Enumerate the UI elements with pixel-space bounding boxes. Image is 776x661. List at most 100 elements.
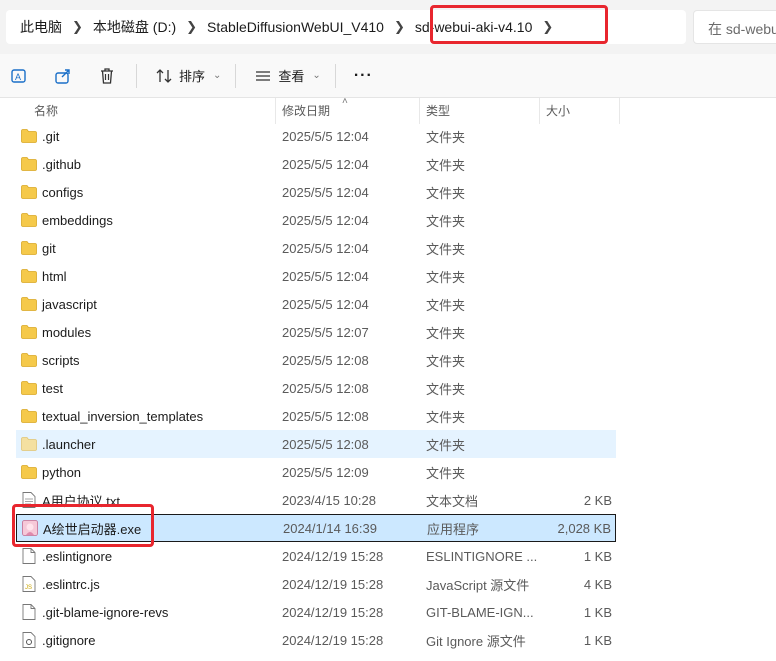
chevron-right-icon[interactable]: ❯ <box>70 19 85 35</box>
file-name-cell: .eslintignore <box>20 547 112 565</box>
file-type: 文件夹 <box>426 213 466 229</box>
chevron-right-icon[interactable]: ❯ <box>392 19 407 35</box>
file-name: embeddings <box>42 212 113 228</box>
file-row[interactable]: .git 2025/5/5 12:04 文件夹 <box>16 122 616 150</box>
file-date: 2025/5/5 12:04 <box>282 156 369 172</box>
rename-icon: A <box>10 67 28 85</box>
file-type: Git Ignore 源文件 <box>426 633 526 649</box>
sort-button[interactable]: 排序 ⌄ <box>149 60 227 92</box>
file-size: 1 KB <box>583 632 612 648</box>
folder-icon <box>20 183 38 201</box>
file-size: 4 KB <box>583 576 612 592</box>
file-name: git <box>42 240 56 256</box>
file-row[interactable]: textual_inversion_templates 2025/5/5 12:0… <box>16 402 616 430</box>
file-date: 2025/5/5 12:04 <box>282 296 369 312</box>
breadcrumb-this-pc[interactable]: 此电脑 <box>6 17 70 37</box>
file-row[interactable]: .gitignore 2024/12/19 15:28 Git Ignore 源文件… <box>16 626 616 654</box>
file-type: 文件夹 <box>426 129 466 145</box>
folder-icon <box>20 379 38 397</box>
file-name-cell: modules <box>20 323 91 341</box>
file-row[interactable]: html 2025/5/5 12:04 文件夹 <box>16 262 616 290</box>
file-row[interactable]: javascript 2025/5/5 12:04 文件夹 <box>16 290 616 318</box>
file-row[interactable]: scripts 2025/5/5 12:08 文件夹 <box>16 346 616 374</box>
more-icon: ··· <box>353 66 373 84</box>
javascript-file-icon: JS <box>20 575 38 593</box>
file-name: python <box>42 464 82 480</box>
file-row[interactable]: git 2025/5/5 12:04 文件夹 <box>16 234 616 262</box>
file-type: 文本文档 <box>426 493 479 509</box>
config-file-icon <box>20 631 38 649</box>
file-date: 2025/5/5 12:08 <box>282 380 369 396</box>
more-options-button[interactable]: ··· <box>348 60 379 92</box>
file-date: 2025/5/5 12:04 <box>282 128 369 144</box>
file-size: 1 KB <box>583 548 612 564</box>
toolbar-divider <box>334 63 336 88</box>
file-name: scripts <box>42 352 80 368</box>
folder-icon <box>20 295 38 313</box>
file-type: 应用程序 <box>427 521 480 537</box>
view-button[interactable]: 查看 ⌄ <box>248 60 326 92</box>
chevron-down-icon: ⌄ <box>312 70 321 81</box>
file-row[interactable]: test 2025/5/5 12:08 文件夹 <box>16 374 616 402</box>
file-size: 2,028 KB <box>557 520 612 536</box>
column-header-type[interactable]: 类型 <box>420 98 540 124</box>
file-row[interactable]: .launcher 2025/5/5 12:08 文件夹 <box>16 430 616 458</box>
file-name-cell: git <box>20 239 56 257</box>
file-type: 文件夹 <box>426 269 466 285</box>
file-name: html <box>42 268 67 284</box>
file-type: 文件夹 <box>426 297 466 313</box>
file-row[interactable]: .github 2025/5/5 12:04 文件夹 <box>16 150 616 178</box>
column-header-row: 名称 ˄ 修改日期 类型 大小 <box>0 96 776 124</box>
file-date: 2024/12/19 15:28 <box>282 632 384 648</box>
share-icon <box>54 67 72 85</box>
toolbar-divider <box>136 63 137 88</box>
column-header-name[interactable]: 名称 <box>28 98 276 124</box>
file-date: 2025/5/5 12:04 <box>282 184 369 200</box>
file-name: modules <box>42 324 92 340</box>
file-date: 2025/5/5 12:07 <box>282 324 369 340</box>
file-icon <box>20 547 38 565</box>
file-date: 2023/4/15 10:28 <box>282 492 376 508</box>
file-name: .git <box>42 128 60 144</box>
breadcrumb-sdwebui-folder[interactable]: StableDiffusionWebUI_V410 <box>199 19 392 35</box>
delete-button[interactable] <box>92 60 122 92</box>
file-name: .git-blame-ignore-revs <box>42 604 169 620</box>
column-header-date[interactable]: 修改日期 <box>276 98 420 124</box>
file-row[interactable]: modules 2025/5/5 12:07 文件夹 <box>16 318 616 346</box>
file-type: JavaScript 源文件 <box>426 577 530 593</box>
file-row[interactable]: configs 2025/5/5 12:04 文件夹 <box>16 178 616 206</box>
folder-icon <box>20 435 38 453</box>
rename-button[interactable]: A <box>4 60 34 92</box>
file-row[interactable]: JS .eslintrc.js 2024/12/19 15:28 JavaScript… <box>16 570 616 598</box>
chevron-down-icon: ⌄ <box>213 70 222 81</box>
file-size: 1 KB <box>583 604 612 620</box>
search-input[interactable]: 在 sd-webui-aki-v4.10 中搜索 <box>693 10 776 44</box>
file-name-cell: html <box>20 267 67 285</box>
share-button[interactable] <box>48 60 78 92</box>
file-type: GIT-BLAME-IGN... <box>426 604 534 620</box>
file-name: textual_inversion_templates <box>42 408 204 424</box>
command-bar: A 排序 ⌄ 查看 ⌄ ··· <box>0 54 776 98</box>
file-row[interactable]: .git-blame-ignore-revs 2024/12/19 15:28 GI… <box>16 598 616 626</box>
address-bar: 此电脑 ❯ 本地磁盘 (D:) ❯ StableDiffusionWebUI_V… <box>0 0 776 54</box>
annotation-highlight-box <box>12 504 154 547</box>
breadcrumb-local-disk[interactable]: 本地磁盘 (D:) <box>85 17 184 37</box>
file-row[interactable]: python 2025/5/5 12:09 文件夹 <box>16 458 616 486</box>
chevron-right-icon[interactable]: ❯ <box>184 19 199 35</box>
file-type: 文件夹 <box>426 437 466 453</box>
file-type: 文件夹 <box>426 465 466 481</box>
file-name-cell: .git <box>20 127 59 145</box>
file-date: 2025/5/5 12:04 <box>282 268 369 284</box>
file-name-cell: JS .eslintrc.js <box>20 575 100 593</box>
file-date: 2025/5/5 12:08 <box>282 436 369 452</box>
file-name: configs <box>42 184 84 200</box>
column-header-size[interactable]: 大小 <box>540 98 620 124</box>
file-type: 文件夹 <box>426 185 466 201</box>
file-date: 2025/5/5 12:04 <box>282 212 369 228</box>
file-size: 2 KB <box>583 492 612 508</box>
file-row[interactable]: embeddings 2025/5/5 12:04 文件夹 <box>16 206 616 234</box>
file-date: 2025/5/5 12:04 <box>282 240 369 256</box>
file-name-cell: python <box>20 463 81 481</box>
file-icon <box>20 603 38 621</box>
folder-icon <box>20 351 38 369</box>
